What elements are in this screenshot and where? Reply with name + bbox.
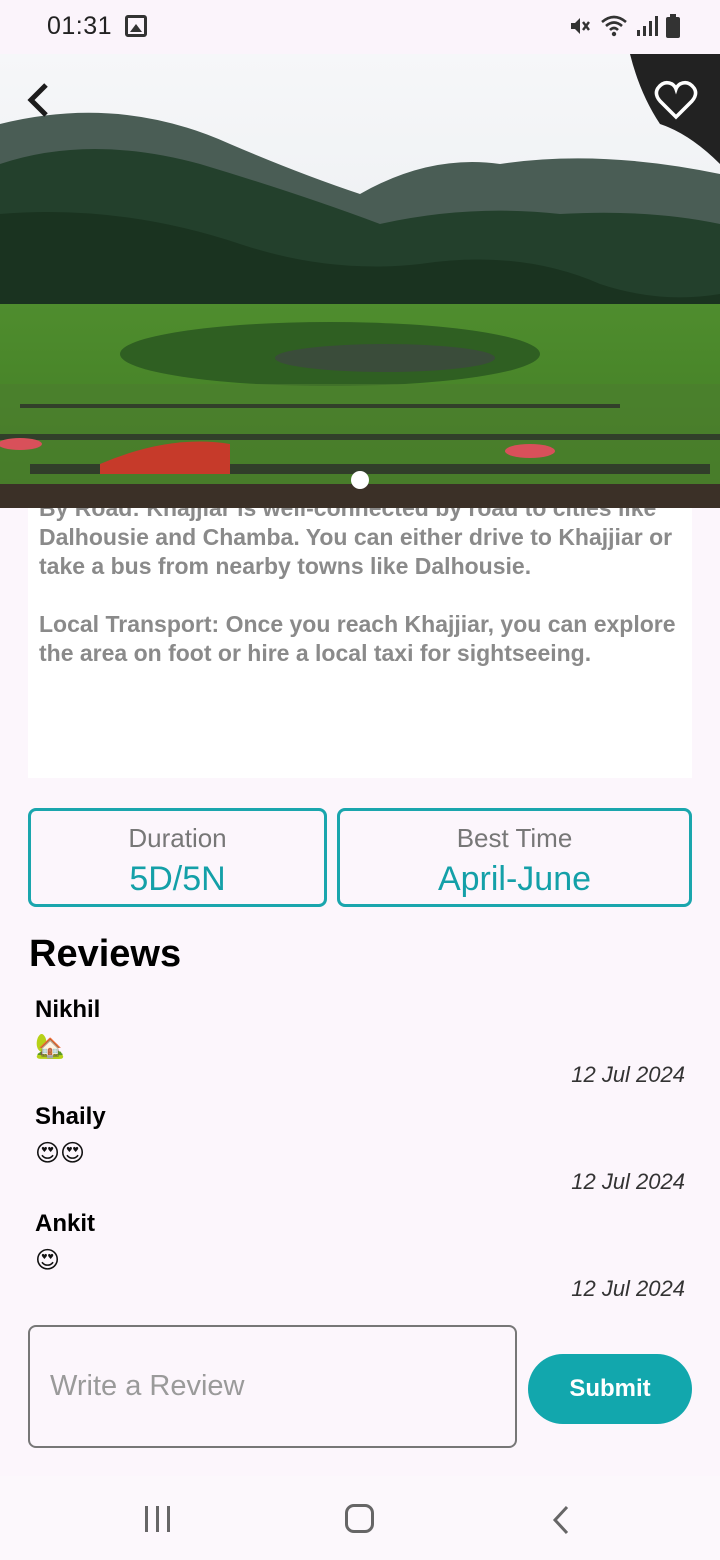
description-paragraph: By Road: Khajjiar is well-connected by r… bbox=[39, 508, 673, 579]
duration-box: Duration 5D/5N bbox=[28, 808, 327, 907]
description-text: By Road: Khajjiar is well-connected by r… bbox=[39, 508, 687, 697]
review-date: 12 Jul 2024 bbox=[571, 1276, 685, 1301]
reviewer-name: Nikhil bbox=[35, 996, 101, 1023]
description-card: By Road: Khajjiar is well-connected by r… bbox=[28, 508, 692, 778]
duration-value: 5D/5N bbox=[129, 860, 226, 898]
back-icon[interactable] bbox=[550, 1504, 572, 1541]
best-time-box: Best Time April-June bbox=[337, 808, 692, 907]
chevron-left-icon bbox=[27, 83, 48, 117]
duration-label: Duration bbox=[128, 823, 227, 853]
mute-icon bbox=[571, 18, 590, 34]
review-text: 🏡 bbox=[35, 1033, 65, 1060]
best-time-label: Best Time bbox=[456, 823, 573, 853]
khajjiar-meadow-image bbox=[0, 54, 720, 508]
review-text: 😍 bbox=[35, 1247, 61, 1274]
favorite-button[interactable] bbox=[654, 80, 702, 124]
review-text: 😍😍 bbox=[35, 1140, 86, 1167]
battery-icon bbox=[666, 14, 680, 38]
reviews-title: Reviews bbox=[29, 933, 182, 975]
submit-button[interactable]: Submit bbox=[528, 1354, 692, 1424]
review-item: Nikhil 🏡 12 Jul 2024 bbox=[35, 996, 685, 1103]
reviewer-name: Shaily bbox=[35, 1103, 106, 1130]
home-icon[interactable] bbox=[345, 1504, 374, 1533]
review-date: 12 Jul 2024 bbox=[571, 1169, 685, 1194]
status-icons bbox=[568, 14, 680, 38]
status-bar: 01:31 bbox=[0, 0, 720, 54]
back-button[interactable] bbox=[18, 78, 58, 122]
review-input[interactable] bbox=[28, 1325, 517, 1448]
system-nav-bar bbox=[0, 1476, 720, 1560]
description-paragraph: Local Transport: Once you reach Khajjiar… bbox=[39, 611, 676, 666]
review-item: Ankit 😍 12 Jul 2024 bbox=[35, 1210, 685, 1317]
image-icon bbox=[125, 15, 147, 37]
best-time-value: April-June bbox=[437, 860, 592, 898]
pager-dot[interactable] bbox=[351, 471, 369, 489]
signal-icon bbox=[637, 16, 658, 36]
wifi-icon bbox=[601, 15, 627, 37]
recents-icon[interactable] bbox=[145, 1506, 170, 1532]
heart-outline-icon bbox=[654, 80, 698, 120]
destination-photo[interactable] bbox=[0, 54, 720, 508]
review-item: Shaily 😍😍 12 Jul 2024 bbox=[35, 1103, 685, 1210]
review-date: 12 Jul 2024 bbox=[571, 1062, 685, 1087]
status-time: 01:31 bbox=[47, 12, 113, 40]
reviewer-name: Ankit bbox=[35, 1210, 95, 1237]
